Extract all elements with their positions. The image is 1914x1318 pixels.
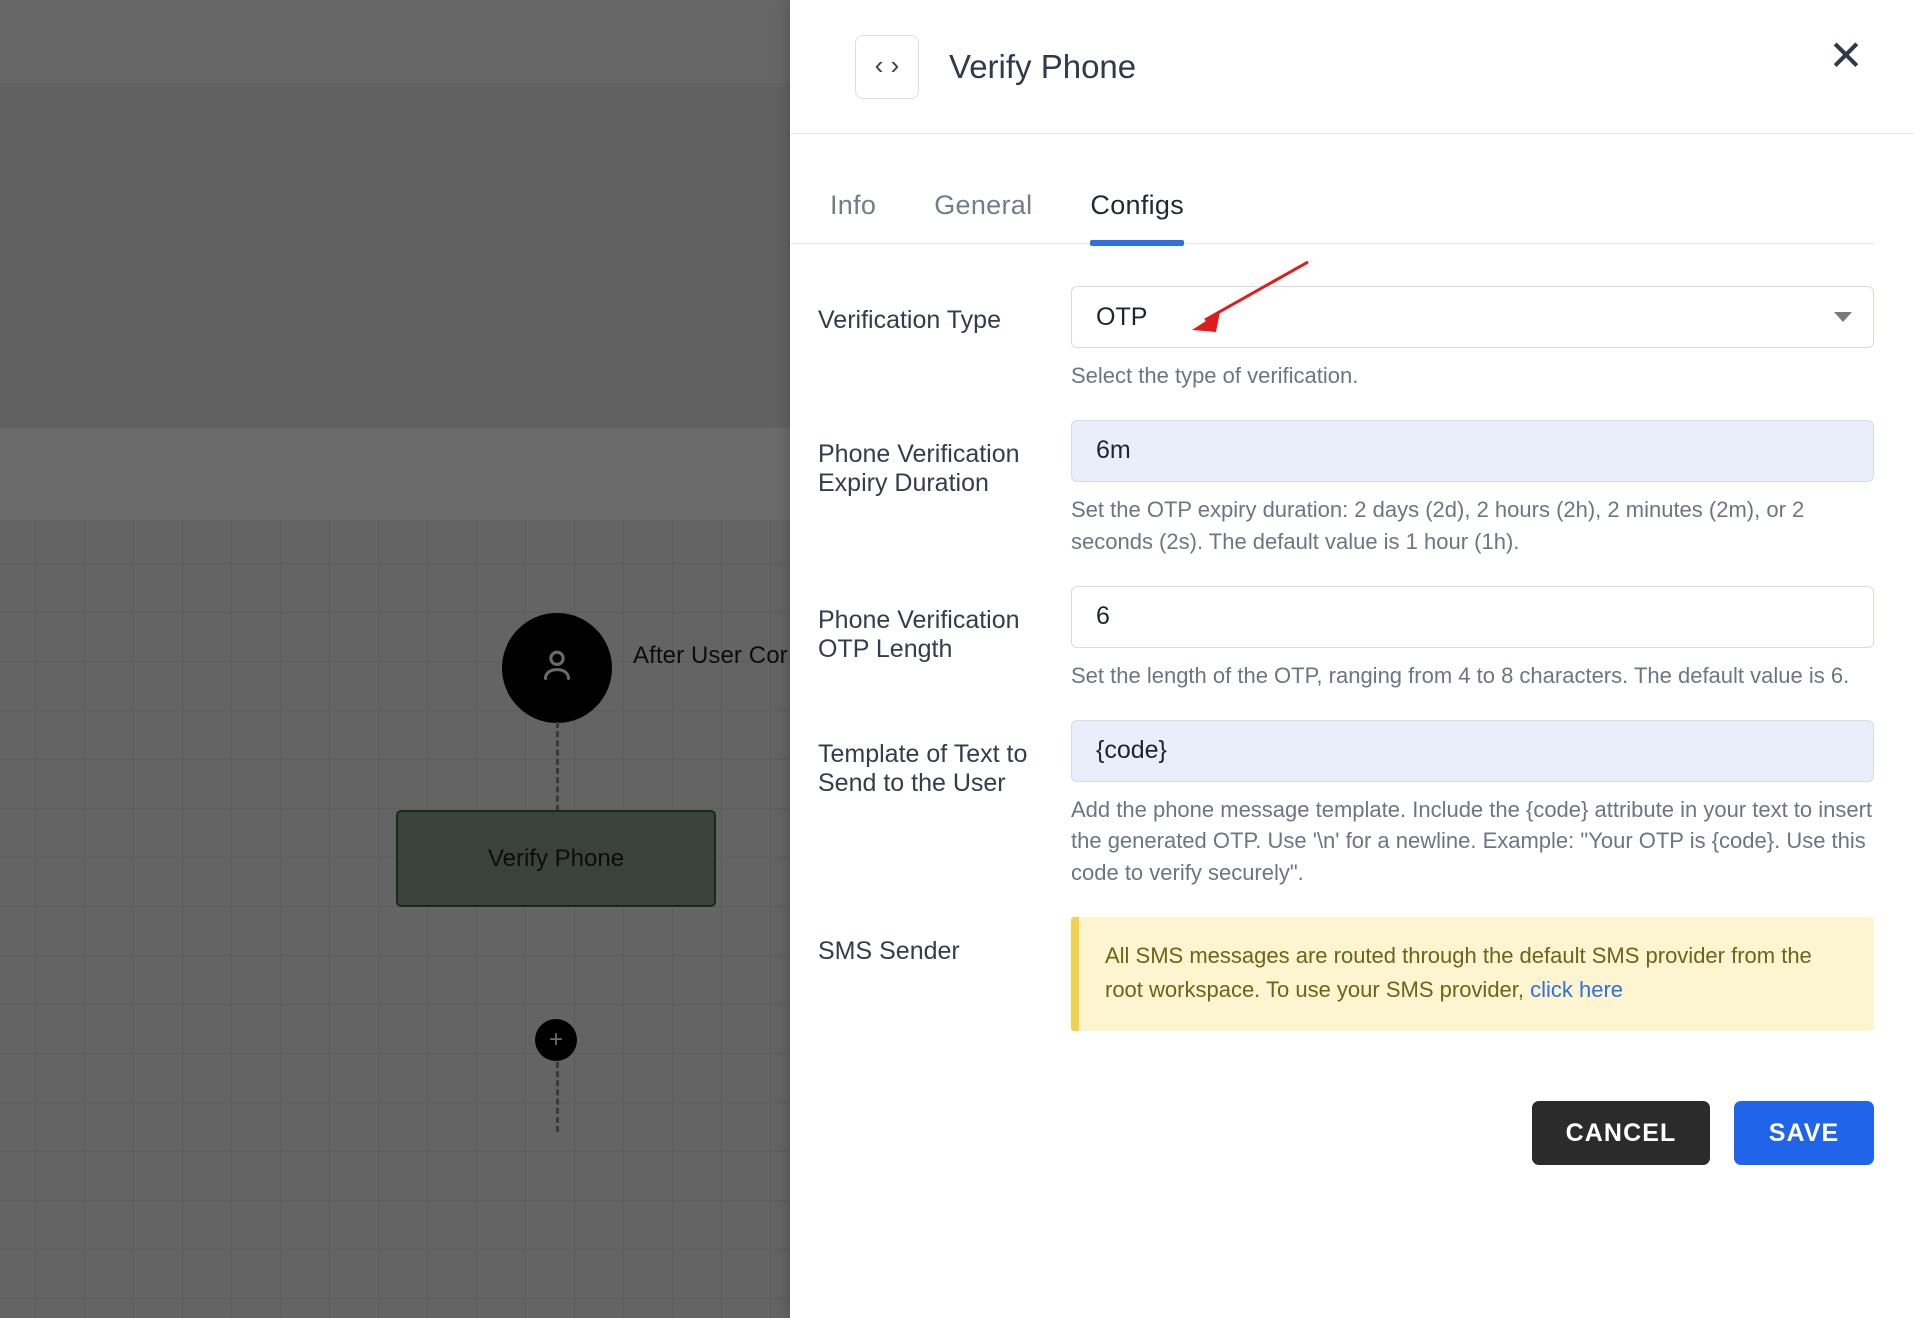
- tab-configs[interactable]: Configs: [1090, 176, 1184, 246]
- form-row-sms-sender: SMS Sender All SMS messages are routed t…: [818, 917, 1874, 1032]
- code-brackets-icon: ‹›: [855, 34, 919, 99]
- form-row-otp-length: Phone Verification OTP Length Set the le…: [818, 585, 1874, 692]
- label-template: Template of Text to Send to the User: [818, 739, 1028, 797]
- label-otp-length: Phone Verification OTP Length: [818, 605, 1020, 663]
- helper-template: Add the phone message template. Include …: [1071, 796, 1873, 886]
- cancel-button[interactable]: CANCEL: [1532, 1101, 1710, 1166]
- verify-phone-drawer: ‹› Verify Phone ✕ Info General Configs V…: [790, 0, 1914, 1318]
- form-row-expiry-duration: Phone Verification Expiry Duration Set t…: [818, 419, 1874, 558]
- sms-provider-alert: All SMS messages are routed through the …: [1071, 917, 1874, 1032]
- form-row-template: Template of Text to Send to the User Add…: [818, 719, 1874, 890]
- drawer-footer: CANCEL SAVE: [790, 1059, 1914, 1166]
- expiry-duration-input[interactable]: [1071, 419, 1874, 482]
- verification-type-select-wrap[interactable]: [1071, 286, 1874, 348]
- helper-otp-length: Set the length of the OTP, ranging from …: [1071, 662, 1850, 688]
- verification-type-select[interactable]: [1071, 286, 1874, 348]
- label-verification-type: Verification Type: [818, 306, 1001, 334]
- drawer-header: ‹› Verify Phone ✕: [790, 0, 1914, 134]
- modal-dim-overlay[interactable]: [0, 0, 790, 1318]
- sms-provider-link[interactable]: click here: [1530, 977, 1623, 1002]
- label-sms-sender: SMS Sender: [818, 937, 960, 966]
- form-row-verification-type: Verification Type Select the type of ver…: [818, 286, 1874, 392]
- tab-info[interactable]: Info: [830, 176, 876, 243]
- close-glyph: ✕: [1828, 32, 1864, 79]
- code-brackets-glyph: ‹›: [871, 51, 903, 82]
- helper-verification-type: Select the type of verification.: [1071, 363, 1359, 388]
- drawer-tabs: Info General Configs: [790, 176, 1874, 246]
- save-button[interactable]: SAVE: [1734, 1101, 1874, 1166]
- sms-alert-text: All SMS messages are routed through the …: [1105, 943, 1812, 1003]
- label-expiry-duration: Phone Verification Expiry Duration: [818, 439, 1020, 497]
- helper-expiry-duration: Set the OTP expiry duration: 2 days (2d)…: [1071, 496, 1805, 554]
- page-title: Verify Phone: [949, 47, 1137, 85]
- configs-form: Verification Type Select the type of ver…: [790, 244, 1914, 1032]
- template-input[interactable]: [1071, 719, 1874, 782]
- tab-general[interactable]: General: [934, 176, 1032, 243]
- close-icon[interactable]: ✕: [1818, 28, 1874, 84]
- otp-length-input[interactable]: [1071, 585, 1874, 648]
